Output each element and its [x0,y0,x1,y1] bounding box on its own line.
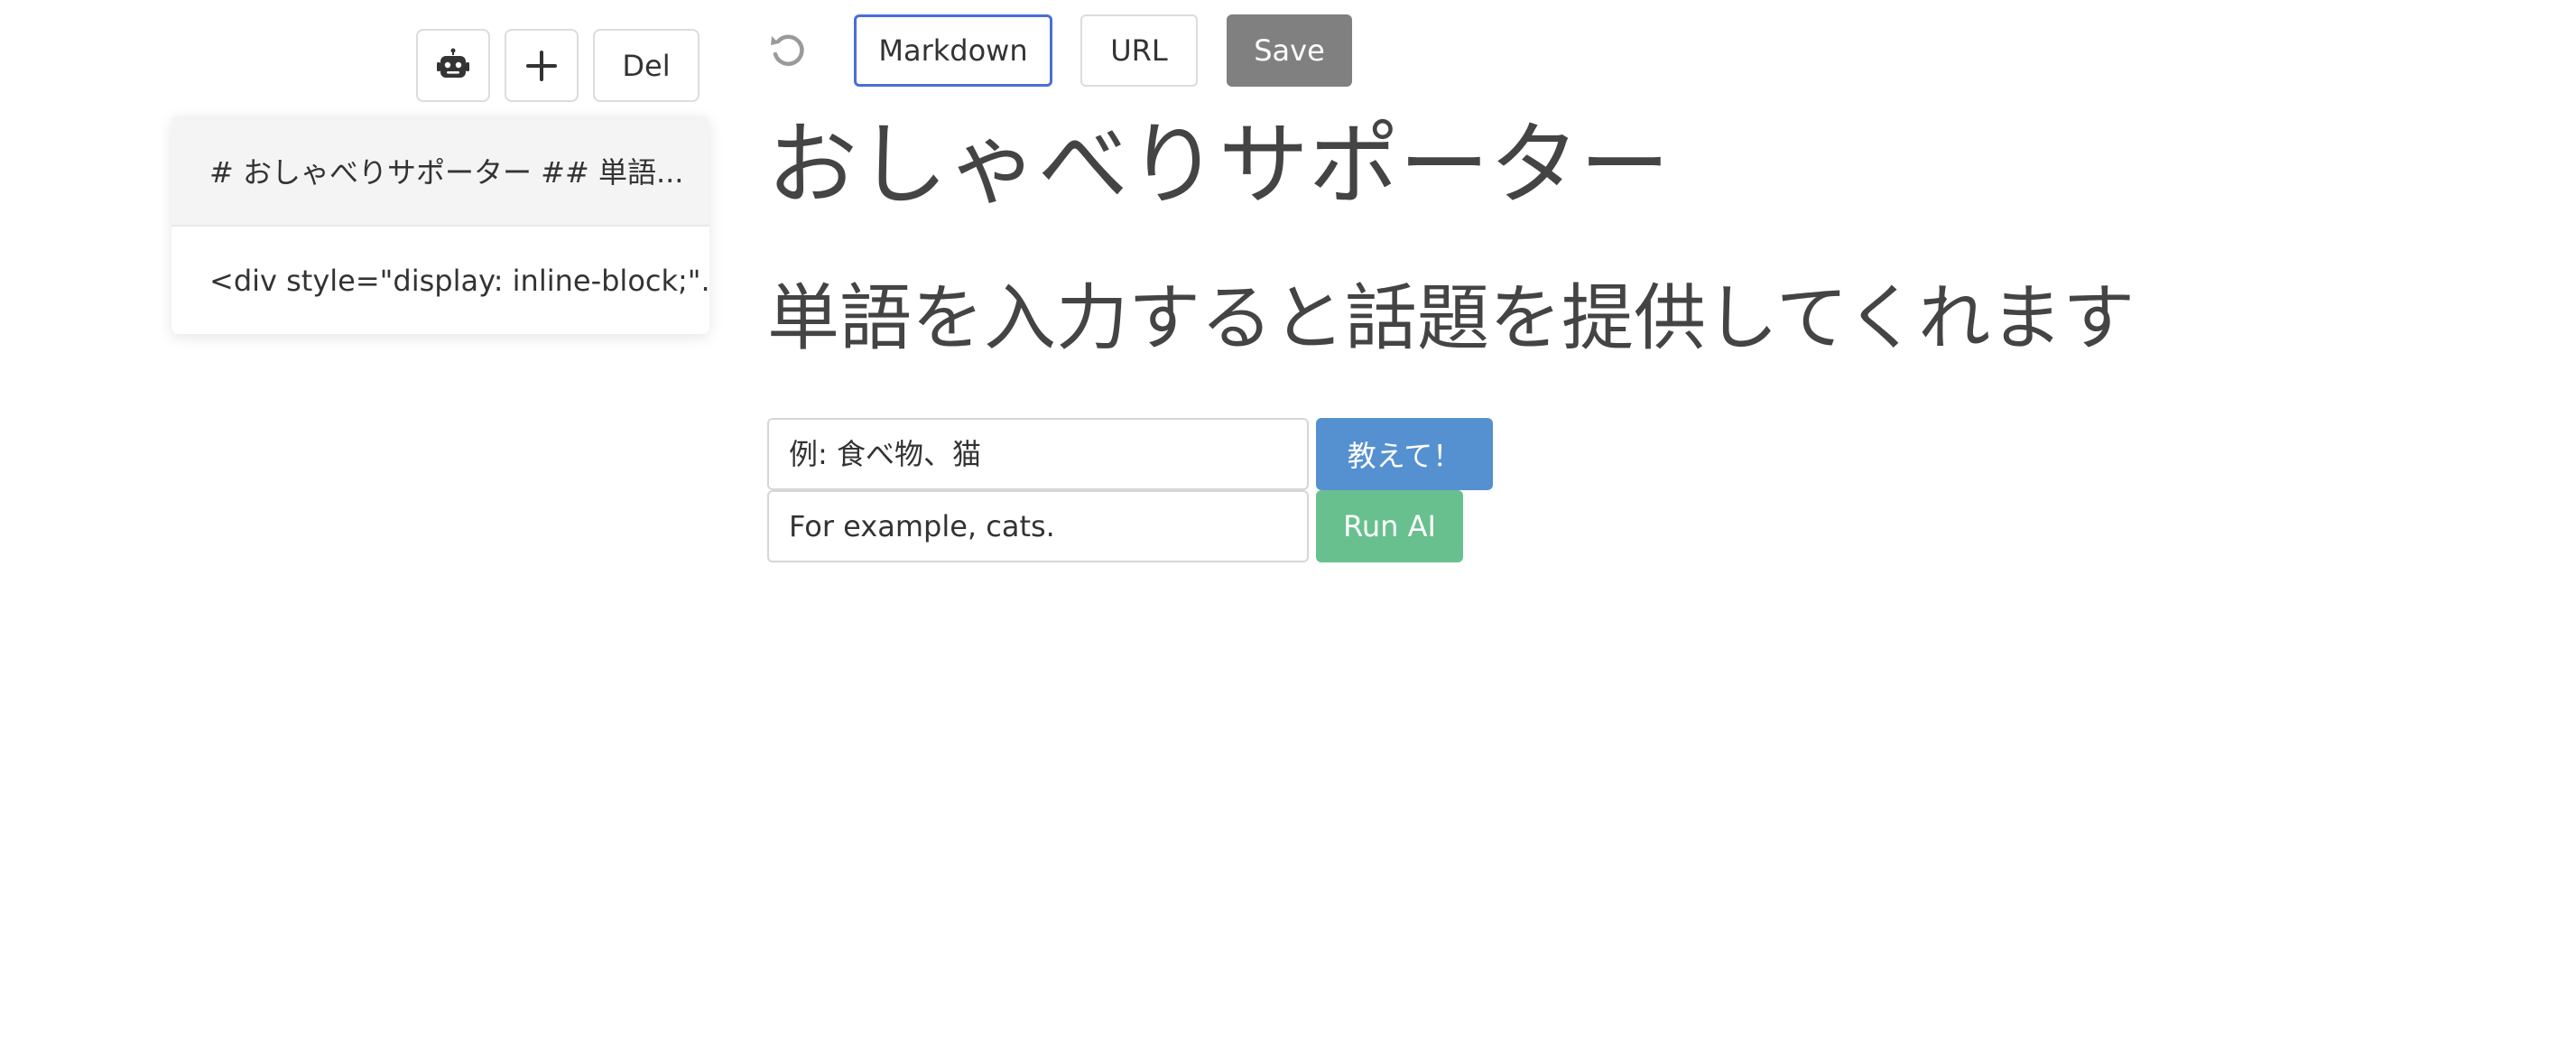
robot-icon [437,48,469,78]
list-item[interactable]: # おしゃべりサポーター ## 単語... [171,116,709,225]
markdown-button[interactable]: Markdown [854,14,1052,87]
robot-button[interactable] [416,29,490,102]
save-button[interactable]: Save [1227,14,1352,87]
topic-input-en[interactable] [767,490,1309,562]
list-item-label: <div style="display: inline-block;"... [209,263,709,298]
topic-form-en: Run AI [767,490,1463,562]
add-button[interactable] [505,29,579,102]
delete-button[interactable]: Del [593,29,700,102]
url-button-label: URL [1110,33,1168,68]
run-ai-button[interactable]: Run AI [1316,490,1463,562]
list-item[interactable]: <div style="display: inline-block;"... [171,225,709,334]
document-list: # おしゃべりサポーター ## 単語... <div style="displa… [171,116,709,334]
markdown-button-label: Markdown [878,33,1028,68]
topic-form-jp: 教えて！ [767,418,1493,490]
page-subtitle: 単語を入力すると話題を提供してくれます [767,276,2136,360]
list-item-label: # おしゃべりサポーター ## 単語... [209,154,684,190]
tell-me-button[interactable]: 教えて！ [1316,418,1493,490]
undo-button[interactable] [767,29,811,72]
topic-input-jp[interactable] [767,418,1309,490]
plus-icon [526,50,557,81]
sidebar-toolbar: Del [416,29,700,102]
delete-button-label: Del [622,48,671,83]
undo-icon [771,34,804,67]
page-title: おしゃべりサポーター [767,112,1670,218]
url-button[interactable]: URL [1080,14,1198,87]
save-button-label: Save [1254,33,1325,68]
